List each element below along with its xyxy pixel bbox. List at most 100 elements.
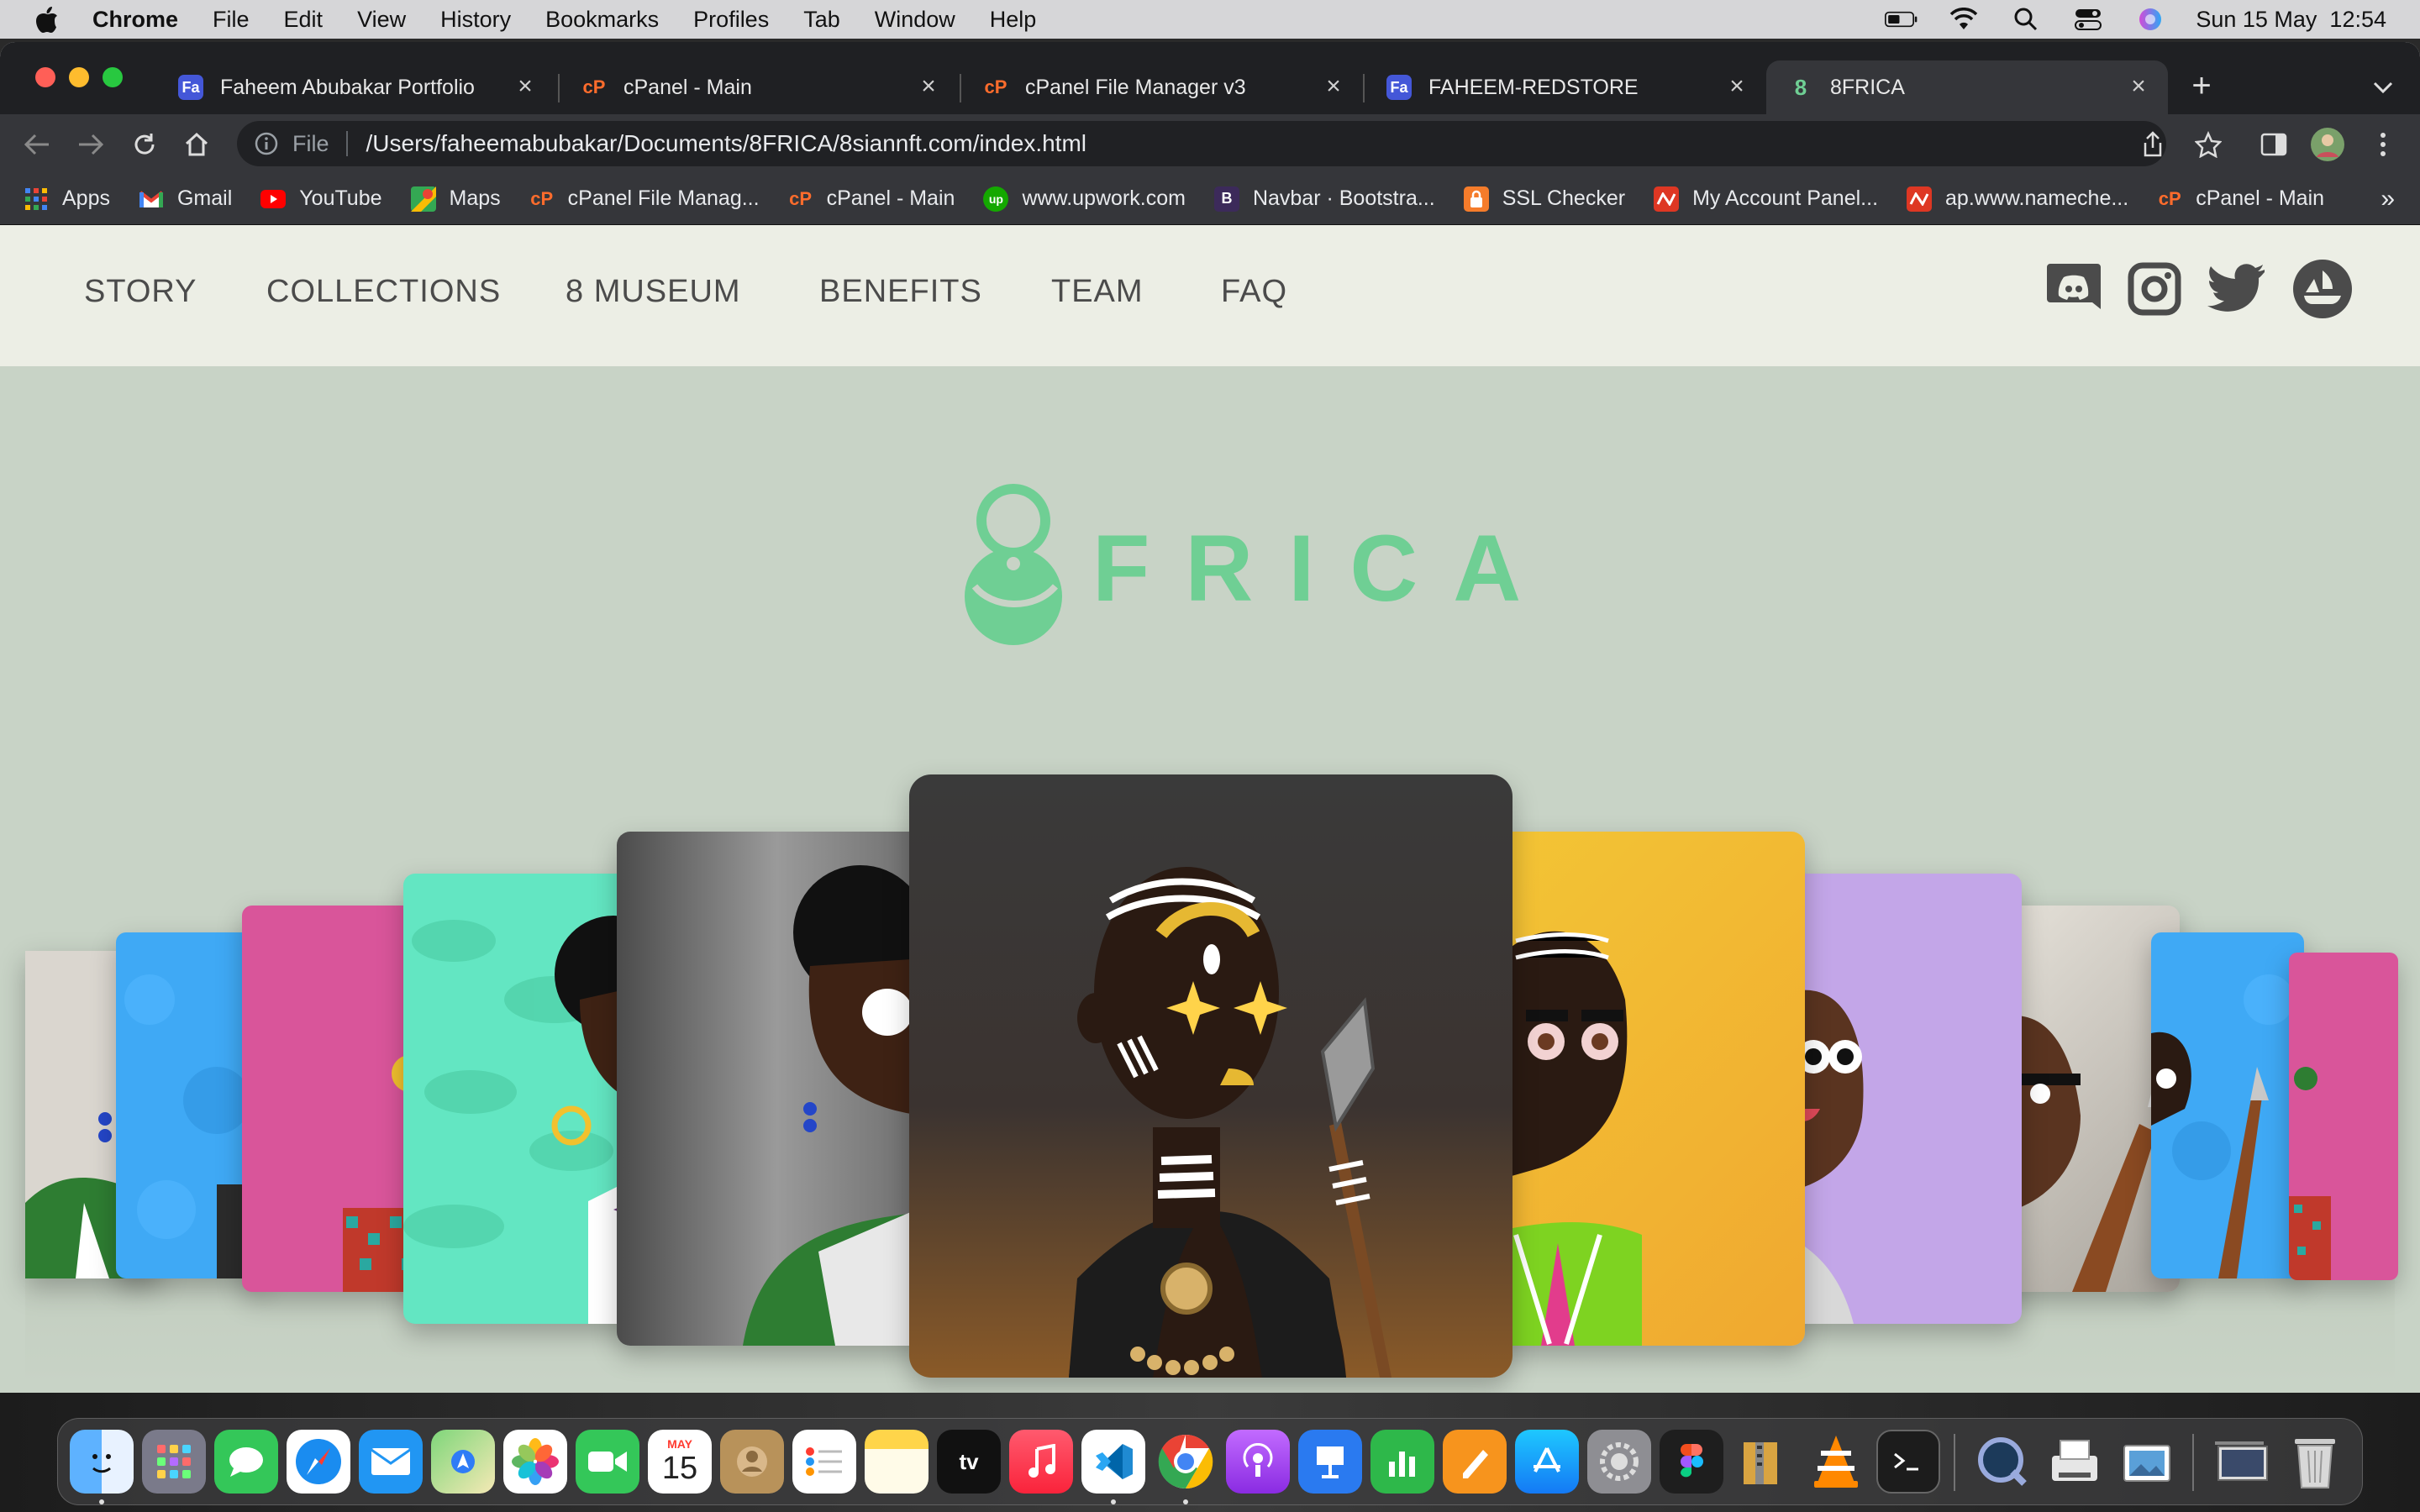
tab-close-icon[interactable]: × (1724, 72, 1749, 100)
facetime-icon[interactable] (576, 1430, 639, 1494)
menu-app-name[interactable]: Chrome (92, 7, 178, 33)
chrome-menu-icon[interactable] (2365, 126, 2402, 163)
minimize-window-button[interactable] (69, 67, 89, 87)
nft-card-far-right-1[interactable] (2289, 953, 2398, 1280)
archive-utility-icon[interactable] (1732, 1430, 1796, 1494)
menu-view[interactable]: View (357, 7, 406, 33)
bookmark-cpanel-main[interactable]: cP cPanel - Main (788, 186, 955, 212)
control-center-icon[interactable] (2071, 3, 2105, 36)
terminal-icon[interactable] (1876, 1430, 1940, 1494)
menu-history[interactable]: History (440, 7, 511, 33)
podcasts-icon[interactable] (1226, 1430, 1290, 1494)
bookmark-cpanel-file-manager[interactable]: cP cPanel File Manag... (529, 186, 759, 212)
pages-icon[interactable] (1443, 1430, 1507, 1494)
appstore-icon[interactable] (1515, 1430, 1579, 1494)
bookmark-ssl-checker[interactable]: SSL Checker (1463, 186, 1625, 212)
tab-8frica[interactable]: 8 8FRICA × (1766, 60, 2168, 114)
profile-avatar[interactable] (2309, 126, 2346, 163)
battery-icon[interactable] (1885, 3, 1918, 36)
tab-faheem-redstore[interactable]: Fa FAHEEM-REDSTORE × (1365, 60, 1766, 114)
menu-bookmarks[interactable]: Bookmarks (545, 7, 659, 33)
twitter-icon[interactable] (2207, 259, 2267, 319)
music-icon[interactable] (1009, 1430, 1073, 1494)
nft-card-far-right-2[interactable] (2151, 932, 2304, 1278)
tab-close-icon[interactable]: × (513, 72, 538, 100)
bookmark-youtube[interactable]: YouTube (260, 186, 382, 212)
address-bar[interactable]: File /Users/faheemabubakar/Documents/8FR… (237, 121, 2166, 166)
back-arrow-icon[interactable] (18, 126, 55, 163)
bookmark-apps[interactable]: Apps (24, 186, 110, 212)
nft-card-center[interactable] (909, 774, 1512, 1378)
nav-faq[interactable]: FAQ (1221, 274, 1287, 310)
maps-icon[interactable] (431, 1430, 495, 1494)
bookmark-star-icon[interactable] (2190, 126, 2227, 163)
messages-icon[interactable] (214, 1430, 278, 1494)
instagram-icon[interactable] (2124, 259, 2185, 319)
new-tab-button[interactable]: + (2185, 67, 2218, 104)
nft-card-right-1[interactable] (1482, 832, 1805, 1346)
tab-portfolio[interactable]: Fa Faheem Abubakar Portfolio × (156, 60, 555, 114)
launchpad-icon[interactable] (142, 1430, 206, 1494)
nav-team[interactable]: TEAM (1051, 274, 1144, 310)
menubar-clock[interactable]: Sun 15 May 12:54 (2196, 7, 2386, 33)
opensea-icon[interactable] (2292, 259, 2353, 319)
share-icon[interactable] (2134, 126, 2171, 163)
quicktime-icon[interactable] (1970, 1430, 2034, 1494)
figma-icon[interactable] (1660, 1430, 1723, 1494)
chrome-icon[interactable] (1154, 1430, 1218, 1494)
apple-menu-icon[interactable] (30, 3, 64, 36)
menu-profiles[interactable]: Profiles (693, 7, 769, 33)
tab-cpanel-main[interactable]: cP cPanel - Main × (560, 60, 958, 114)
discord-icon[interactable] (2044, 259, 2104, 319)
vscode-icon[interactable] (1081, 1430, 1145, 1494)
nav-collections[interactable]: COLLECTIONS (266, 274, 501, 310)
nav-8-museum[interactable]: 8 MUSEUM (566, 274, 741, 310)
wifi-icon[interactable] (1947, 3, 1981, 36)
bookmark-bootstrap[interactable]: B Navbar · Bootstra... (1213, 186, 1435, 212)
image-capture-icon[interactable] (2043, 1430, 2107, 1494)
nav-benefits[interactable]: BENEFITS (819, 274, 982, 310)
bookmark-cpanel-main-2[interactable]: cP cPanel - Main (2157, 186, 2324, 212)
downloads-stack-icon[interactable] (2211, 1430, 2275, 1494)
mail-icon[interactable] (359, 1430, 423, 1494)
menu-tab[interactable]: Tab (803, 7, 840, 33)
site-info-icon[interactable] (254, 131, 279, 156)
bookmark-my-account-panel[interactable]: My Account Panel... (1654, 186, 1878, 212)
safari-icon[interactable] (287, 1430, 350, 1494)
spotlight-search-icon[interactable] (2009, 3, 2043, 36)
nft-card-left-1[interactable] (617, 832, 936, 1346)
tab-close-icon[interactable]: × (2126, 72, 2151, 100)
reload-icon[interactable] (126, 126, 163, 163)
bookmark-maps[interactable]: Maps (410, 186, 501, 212)
menu-edit[interactable]: Edit (284, 7, 324, 33)
notes-icon[interactable] (865, 1430, 929, 1494)
finder-icon[interactable] (70, 1430, 134, 1494)
system-preferences-icon[interactable] (1587, 1430, 1651, 1494)
menu-file[interactable]: File (213, 7, 250, 33)
tab-search-chevron-icon[interactable] (2368, 72, 2398, 102)
keynote-icon[interactable] (1298, 1430, 1362, 1494)
photos-icon[interactable] (503, 1430, 567, 1494)
preview-icon[interactable] (2115, 1430, 2179, 1494)
nft-card-right-2[interactable] (1770, 874, 2022, 1324)
bookmark-namecheap-ap[interactable]: ap.www.nameche... (1907, 186, 2128, 212)
zoom-window-button[interactable] (103, 67, 123, 87)
side-panel-icon[interactable] (2255, 126, 2292, 163)
url-text[interactable]: /Users/faheemabubakar/Documents/8FRICA/8… (366, 130, 1087, 157)
forward-arrow-icon[interactable] (72, 126, 109, 163)
bookmarks-overflow-chevron-icon[interactable]: » (2381, 185, 2395, 213)
nft-card-left-3[interactable] (242, 906, 427, 1292)
contacts-icon[interactable] (720, 1430, 784, 1494)
tab-close-icon[interactable]: × (1321, 72, 1346, 100)
bookmark-gmail[interactable]: Gmail (139, 186, 232, 212)
trash-icon[interactable] (2283, 1430, 2347, 1494)
nav-story[interactable]: STORY (84, 274, 197, 310)
siri-icon[interactable] (2133, 3, 2167, 36)
tab-cpanel-file-manager[interactable]: cP cPanel File Manager v3 × (961, 60, 1363, 114)
tab-close-icon[interactable]: × (916, 72, 941, 100)
appletv-icon[interactable]: tv (937, 1430, 1001, 1494)
home-icon[interactable] (178, 126, 215, 163)
reminders-icon[interactable] (792, 1430, 856, 1494)
close-window-button[interactable] (35, 67, 55, 87)
vlc-icon[interactable] (1804, 1430, 1868, 1494)
